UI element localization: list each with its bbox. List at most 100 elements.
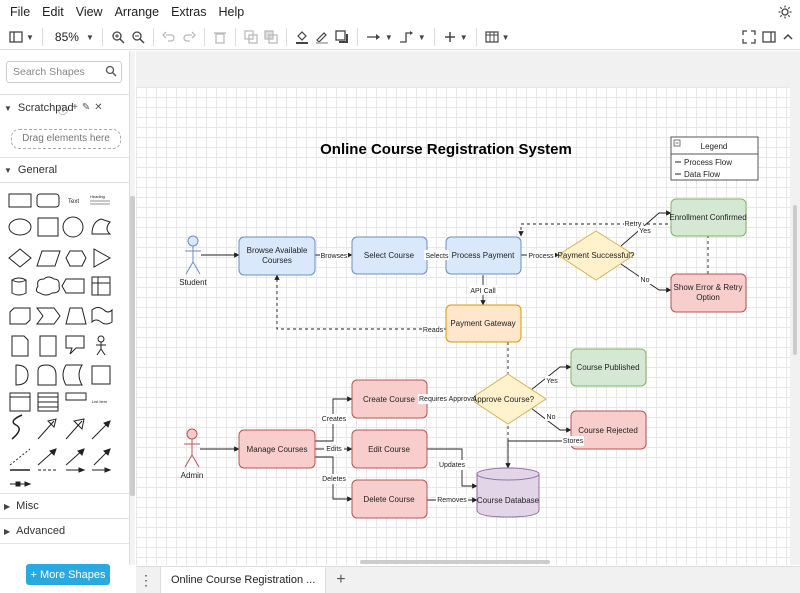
diagram-svg: Online Course Registration System Legend… — [179, 136, 759, 519]
help-icon[interactable]: ⓘ — [58, 102, 68, 117]
divider — [0, 518, 129, 519]
label-creates: Creates — [322, 416, 347, 423]
fullscreen-button[interactable] — [742, 27, 756, 47]
toolbar-divider — [234, 28, 236, 46]
edge-reads[interactable] — [274, 274, 446, 330]
chevron-down-icon: ▼ — [501, 32, 510, 42]
table-icon — [485, 31, 499, 43]
general-header[interactable]: ▼ General — [0, 159, 129, 181]
shadow-button[interactable] — [335, 27, 349, 47]
zoom-in-icon — [112, 31, 125, 44]
shape-list-label: List Item — [92, 399, 108, 404]
node-course-database[interactable] — [476, 467, 540, 518]
line-color-button[interactable] — [315, 27, 329, 47]
canvas-vertical-scrollbar[interactable] — [793, 205, 797, 355]
node-manage-label: Manage Courses — [247, 445, 308, 454]
menu-arrange[interactable]: Arrange — [109, 0, 165, 25]
node-process-label: Process Payment — [452, 251, 515, 260]
shape-text-label: Text — [68, 199, 79, 205]
delete-button[interactable] — [213, 27, 227, 47]
legend[interactable]: Legend Process Flow Data Flow — [670, 136, 759, 181]
chevron-down-icon: ▼ — [459, 32, 468, 42]
arrow-right-icon — [366, 34, 380, 40]
redo-button[interactable] — [182, 27, 196, 47]
legend-item-data-flow: Data Flow — [684, 170, 720, 179]
menu-extras[interactable]: Extras — [165, 0, 212, 25]
menu-help[interactable]: Help — [213, 0, 251, 25]
page-tab-bar: ⋮ Online Course Registration ... + — [136, 566, 800, 593]
scratchpad-dropzone[interactable]: Drag elements here — [11, 129, 121, 149]
divider — [0, 543, 129, 544]
node-enrollment-label: Enrollment Confirmed — [669, 213, 746, 222]
divider — [0, 94, 129, 95]
edit-icon[interactable]: ✎ — [82, 102, 90, 117]
zoom-level: 85% — [54, 30, 79, 44]
label-no1: No — [641, 277, 650, 284]
canvas-horizontal-scrollbar[interactable] — [360, 560, 550, 564]
scratchpad-actions: ⓘ + ✎ ✕ — [58, 102, 103, 117]
sidebar-toggle-button[interactable]: ▼ — [9, 27, 34, 47]
label-stores: Stores — [563, 438, 584, 445]
table-button[interactable]: ▼ — [485, 27, 510, 47]
general-shapes-palette[interactable]: Text Heading List Item — [4, 189, 128, 489]
plus-icon — [444, 32, 455, 42]
to-back-button[interactable] — [264, 27, 278, 47]
node-edit-label: Edit Course — [368, 445, 410, 454]
divider — [0, 493, 129, 494]
fill-color-button[interactable] — [295, 27, 309, 47]
node-create-label: Create Course — [363, 395, 416, 404]
student-actor[interactable] — [185, 235, 201, 275]
triangle-right-icon: ▶ — [4, 526, 11, 536]
diagram-title[interactable]: Online Course Registration System — [320, 141, 572, 158]
divider — [0, 157, 129, 158]
zoom-select[interactable]: 85% ▼ — [51, 27, 94, 47]
edge-stores[interactable] — [505, 440, 571, 469]
waypoint-style-button[interactable]: ▼ — [399, 27, 426, 47]
toolbar-divider — [475, 28, 477, 46]
node-select-label: Select Course — [364, 251, 415, 260]
misc-title: Misc — [16, 500, 39, 512]
connection-style-button[interactable]: ▼ — [366, 27, 393, 47]
search-icon[interactable] — [105, 65, 117, 77]
sidebar-scrollbar[interactable] — [130, 51, 135, 565]
sidebar-scrollbar-thumb[interactable] — [130, 196, 135, 496]
legend-title: Legend — [701, 142, 728, 151]
pencil-icon — [315, 32, 328, 44]
fullscreen-icon — [742, 30, 756, 44]
close-icon[interactable]: ✕ — [94, 102, 102, 117]
node-rejected-label: Course Rejected — [578, 426, 638, 435]
label-yes2: Yes — [546, 378, 558, 385]
pages-menu-icon[interactable]: ⋮ — [136, 572, 156, 589]
admin-actor[interactable] — [184, 428, 200, 468]
format-panel-button[interactable] — [762, 27, 776, 47]
misc-header[interactable]: ▶ Misc — [0, 495, 129, 517]
drag-hint: Drag elements here — [22, 133, 110, 144]
page-tab[interactable]: Online Course Registration ... — [160, 567, 327, 593]
label-no2: No — [547, 414, 556, 421]
add-icon[interactable]: + — [72, 102, 78, 117]
insert-button[interactable]: ▼ — [443, 27, 468, 47]
collapse-button[interactable] — [782, 27, 794, 47]
shapes-sidebar: Search Shapes ▼ Scratchpad ⓘ + ✎ ✕ Drag … — [0, 51, 130, 565]
zoom-out-button[interactable] — [131, 27, 145, 47]
to-front-button[interactable] — [244, 27, 258, 47]
add-page-icon[interactable]: + — [336, 571, 345, 589]
diagram-page[interactable]: Online Course Registration System Legend… — [136, 87, 790, 565]
advanced-header[interactable]: ▶ Advanced — [0, 520, 129, 542]
menu-file[interactable]: File — [4, 0, 36, 25]
label-requires-approval: Requires Approval — [419, 396, 477, 403]
menu-view[interactable]: View — [70, 0, 109, 25]
diagram-canvas[interactable]: Online Course Registration System Legend… — [136, 51, 800, 565]
toolbar-divider — [356, 28, 358, 46]
label-reads: Reads — [423, 327, 444, 334]
to-back-icon — [264, 30, 278, 44]
sun-icon[interactable] — [778, 5, 792, 19]
search-input[interactable]: Search Shapes — [6, 61, 122, 83]
menu-edit[interactable]: Edit — [36, 0, 70, 25]
more-shapes-button[interactable]: + More Shapes — [26, 564, 110, 585]
triangle-down-icon: ▼ — [4, 165, 12, 175]
admin-label: Admin — [181, 471, 204, 480]
zoom-in-button[interactable] — [111, 27, 125, 47]
undo-button[interactable] — [161, 27, 176, 47]
label-edits: Edits — [326, 446, 342, 453]
